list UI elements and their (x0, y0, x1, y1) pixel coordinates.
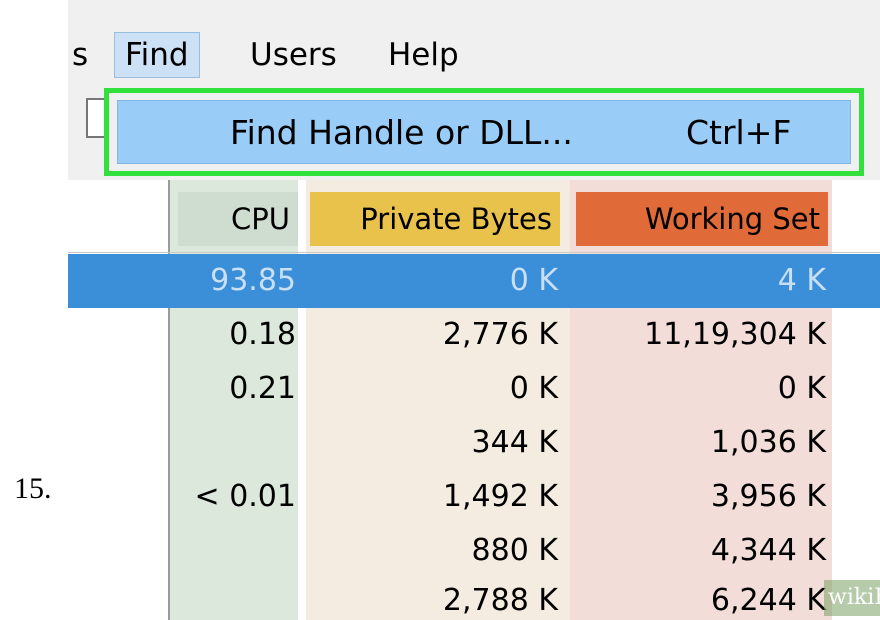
cpu-cell: 93.85 (210, 263, 296, 298)
step-number: 15. (14, 472, 52, 505)
working-set-cell: 1,036 K (710, 425, 826, 460)
private-bytes-cell: 0 K (509, 263, 558, 298)
working-set-cell: 4,344 K (710, 533, 826, 568)
table-row[interactable]: 0.18 2,776 K 11,19,304 K (68, 308, 880, 362)
private-bytes-cell: 344 K (471, 425, 558, 460)
table-row[interactable]: 880 K 4,344 K (68, 524, 880, 578)
table-row[interactable]: 344 K 1,036 K (68, 416, 880, 470)
table-row[interactable]: < 0.01 1,492 K 3,956 K (68, 470, 880, 524)
menu-item-shortcut: Ctrl+F (686, 113, 792, 152)
column-header-cpu[interactable]: CPU (178, 192, 298, 246)
process-table: CPU Private Bytes Working Set 93.85 0 K … (68, 180, 880, 620)
find-dropdown-menu: Find Handle or DLL... Ctrl+F (104, 88, 864, 176)
column-header-private-bytes[interactable]: Private Bytes (310, 192, 560, 246)
column-header-working-set[interactable]: Working Set (576, 192, 828, 246)
menu-item-label: Find Handle or DLL... (230, 113, 573, 152)
working-set-cell: 0 K (777, 371, 826, 406)
working-set-cell: 11,19,304 K (644, 317, 826, 352)
working-set-cell: 4 K (777, 263, 826, 298)
cpu-cell: 0.21 (229, 371, 296, 406)
table-row[interactable]: 0.21 0 K 0 K (68, 362, 880, 416)
cpu-cell (170, 416, 296, 470)
table-row[interactable]: 93.85 0 K 4 K (68, 254, 880, 308)
menu-help[interactable]: Help (378, 32, 469, 78)
header-divider (68, 252, 880, 253)
private-bytes-cell: 1,492 K (442, 479, 558, 514)
private-bytes-cell: 2,788 K (442, 583, 558, 618)
table-row[interactable]: 2,788 K 6,244 K (68, 574, 880, 620)
private-bytes-cell: 2,776 K (442, 317, 558, 352)
cpu-cell (170, 524, 296, 578)
working-set-cell: 3,956 K (710, 479, 826, 514)
process-explorer-screenshot: s Find Users Help Find Handle or DLL... … (68, 0, 880, 620)
menu-item-partial[interactable]: s (68, 32, 98, 78)
menu-users[interactable]: Users (240, 32, 347, 78)
cpu-cell (170, 574, 296, 620)
menu-find[interactable]: Find (114, 32, 200, 78)
cpu-cell: 0.18 (229, 317, 296, 352)
cpu-cell: < 0.01 (194, 479, 296, 514)
working-set-cell: 6,244 K (710, 583, 826, 618)
private-bytes-cell: 0 K (509, 371, 558, 406)
private-bytes-cell: 880 K (471, 533, 558, 568)
wikihow-watermark: wikiHow (824, 580, 880, 616)
find-handle-or-dll-menu-item[interactable]: Find Handle or DLL... Ctrl+F (117, 100, 851, 164)
menu-bar: s Find Users Help (68, 26, 880, 84)
